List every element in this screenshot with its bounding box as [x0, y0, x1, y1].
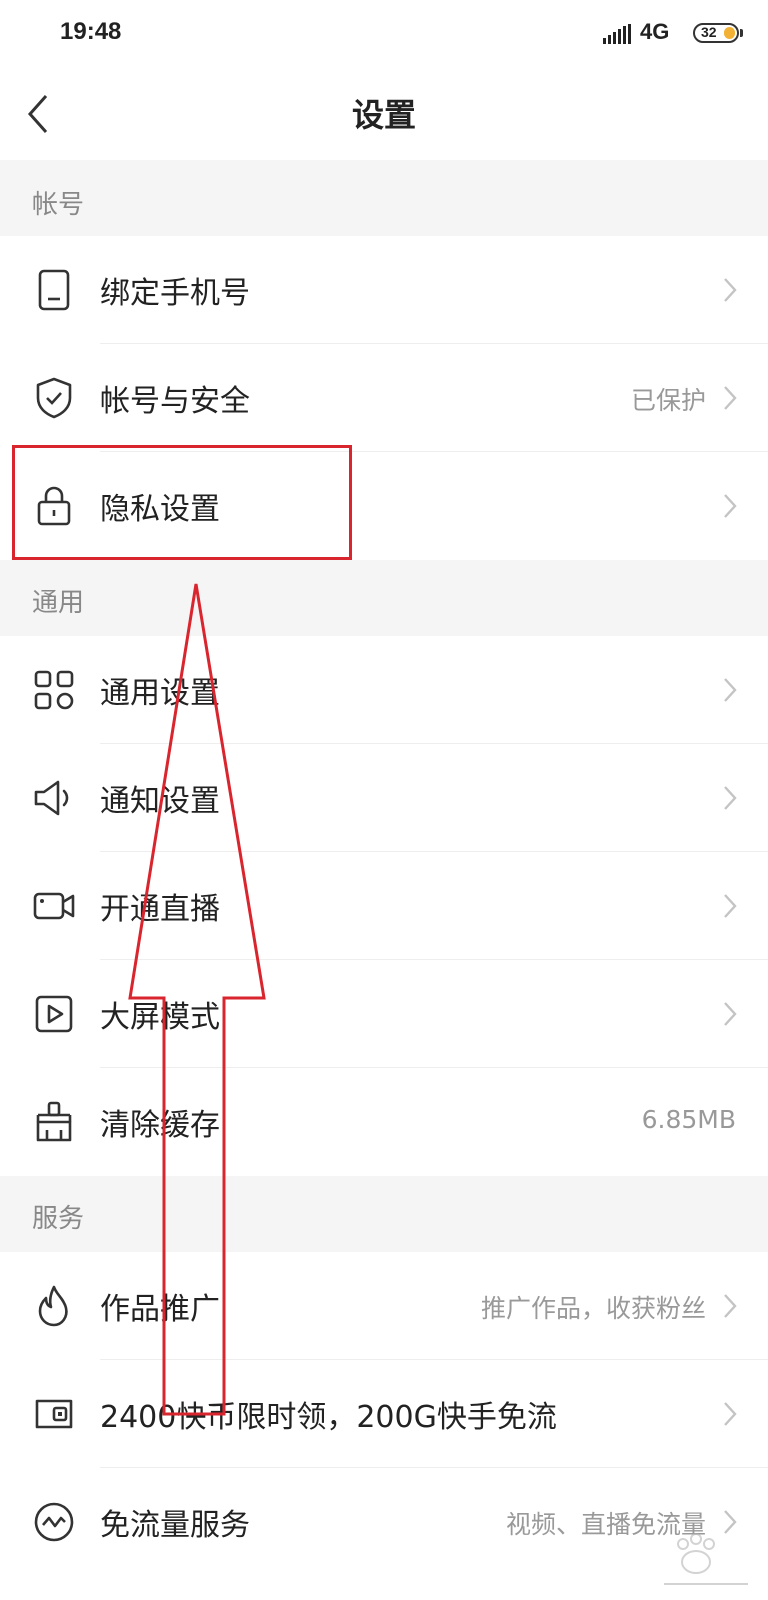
- free-data-icon: [34, 1502, 74, 1542]
- header: 设置: [0, 68, 768, 160]
- status-time: 19:48: [60, 18, 122, 45]
- section-title-service: 服务: [32, 1204, 85, 1234]
- battery-icon: 32: [693, 23, 739, 43]
- row-label: 帐号与安全: [100, 384, 250, 419]
- row-value: 已保护: [630, 386, 706, 415]
- page-title: 设置: [351, 96, 416, 134]
- row-account-security[interactable]: 帐号与安全 已保护: [0, 344, 768, 452]
- row-label: 通知设置: [100, 784, 220, 819]
- row-label: 开通直播: [100, 892, 220, 927]
- shield-check-icon: [36, 377, 72, 419]
- section-header-account: 帐号: [0, 160, 768, 236]
- battery-level: 32: [701, 24, 717, 40]
- row-free-data[interactable]: 免流量服务 视频、直播免流量: [0, 1468, 768, 1576]
- speaker-icon: [34, 780, 69, 816]
- wallet-icon: [35, 1399, 73, 1429]
- chevron-right-icon: [724, 1294, 737, 1318]
- battery-tip: [740, 29, 743, 37]
- chevron-right-icon: [724, 494, 737, 518]
- row-label: 通用设置: [100, 676, 220, 711]
- row-coin-offer[interactable]: 2400快币限时领，200G快手免流: [0, 1360, 768, 1468]
- signal-icon: [603, 24, 631, 44]
- chevron-right-icon: [724, 678, 737, 702]
- network-type: 4G: [640, 19, 670, 44]
- video-camera-icon: [33, 892, 75, 920]
- row-notification-settings[interactable]: 通知设置: [0, 744, 768, 852]
- grid-icon: [34, 670, 74, 710]
- battery-fill: [724, 27, 735, 39]
- section-header-service: 服务: [0, 1176, 768, 1252]
- row-clear-cache[interactable]: 清除缓存 6.85MB: [0, 1068, 768, 1176]
- broom-icon: [36, 1101, 72, 1142]
- row-live-stream[interactable]: 开通直播: [0, 852, 768, 960]
- play-screen-icon: [35, 995, 73, 1033]
- status-bar: 19:48 4G 32: [0, 0, 768, 68]
- row-label: 2400快币限时领，200G快手免流: [100, 1400, 557, 1435]
- section-header-general: 通用: [0, 560, 768, 636]
- row-value: 推广作品，收获粉丝: [480, 1294, 706, 1323]
- row-general-settings[interactable]: 通用设置: [0, 636, 768, 744]
- phone-icon: [38, 269, 70, 311]
- chevron-right-icon: [724, 1002, 737, 1026]
- row-promotion[interactable]: 作品推广 推广作品，收获粉丝: [0, 1252, 768, 1360]
- row-label: 大屏模式: [100, 1000, 220, 1035]
- annotation-highlight-box: [12, 445, 352, 560]
- row-value: 6.85MB: [641, 1105, 736, 1134]
- row-large-screen[interactable]: 大屏模式: [0, 960, 768, 1068]
- row-label: 清除缓存: [100, 1108, 220, 1143]
- chevron-right-icon: [724, 894, 737, 918]
- section-title-account: 帐号: [32, 190, 85, 220]
- row-label: 免流量服务: [100, 1508, 250, 1543]
- watermark-logo: [664, 1533, 748, 1585]
- section-title-general: 通用: [32, 588, 85, 618]
- chevron-right-icon: [724, 1402, 737, 1426]
- chevron-right-icon: [724, 386, 737, 410]
- row-bind-phone[interactable]: 绑定手机号: [0, 236, 768, 344]
- row-label: 作品推广: [100, 1292, 220, 1327]
- flame-icon: [38, 1285, 68, 1327]
- row-label: 绑定手机号: [100, 276, 250, 311]
- chevron-right-icon: [724, 786, 737, 810]
- chevron-right-icon: [724, 278, 737, 302]
